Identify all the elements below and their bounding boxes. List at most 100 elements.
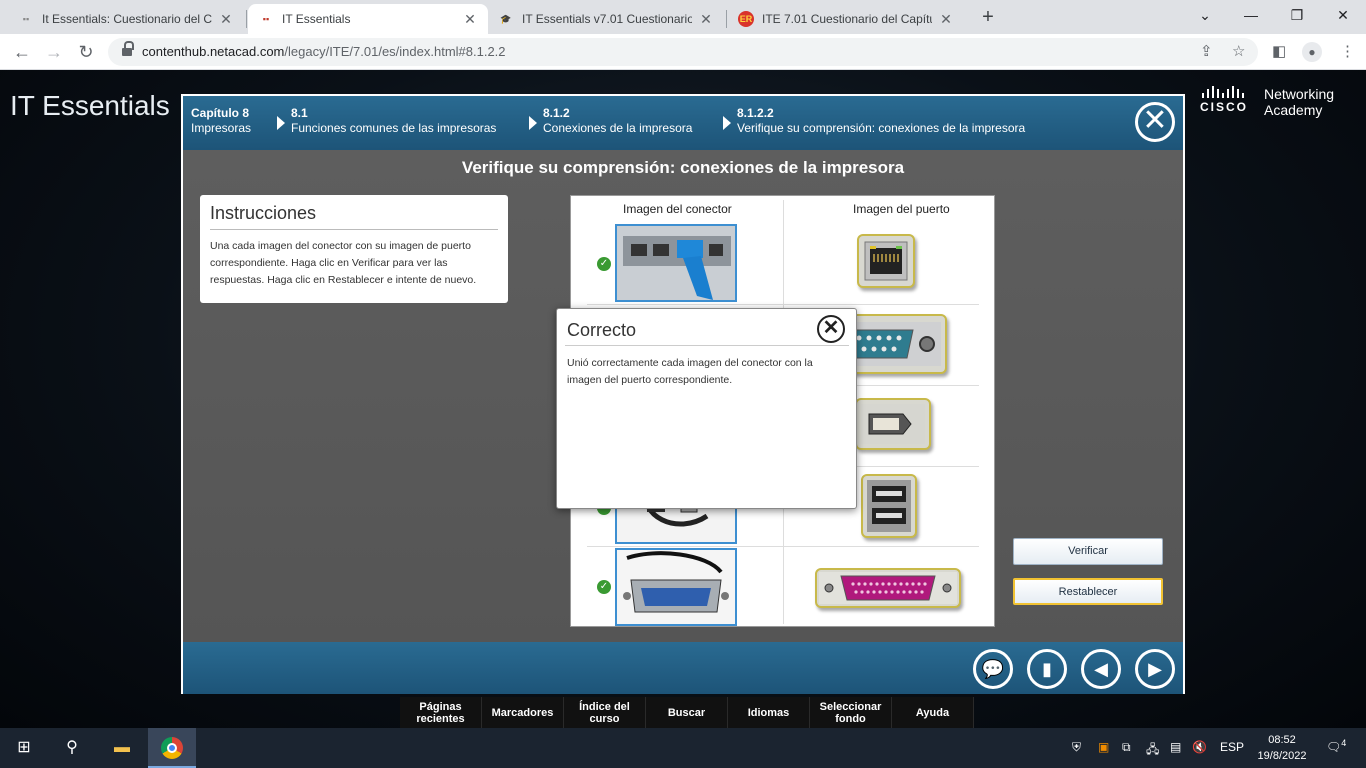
back-button[interactable]: ←: [10, 40, 34, 64]
firewire-port-image[interactable]: [855, 398, 931, 450]
bookmark-star-icon[interactable]: ☆: [1232, 42, 1245, 60]
nav-course-index[interactable]: Índice del curso: [564, 697, 646, 729]
device-tray-icon[interactable]: ⧉: [1122, 740, 1131, 755]
cisco-bars-icon: [1202, 86, 1248, 98]
windows-taskbar: ⊞ ⚲ ▬ ⛨ ▣ ⧉ 🖧 ▤ 🔇 ESP 08:52 19/8/2022 🗨4: [0, 728, 1366, 768]
bookmark-icon[interactable]: ▮: [1027, 649, 1067, 689]
browser-tab-4[interactable]: ER ITE 7.01 Cuestionario del Capítulo ✕: [728, 4, 964, 34]
notification-count: 4: [1341, 738, 1347, 748]
new-tab-button[interactable]: +: [976, 4, 1000, 30]
file-explorer-icon[interactable]: ▬: [110, 736, 134, 760]
previous-page-button[interactable]: ◀: [1081, 649, 1121, 689]
clock[interactable]: 08:52 19/8/2022: [1250, 732, 1314, 764]
verify-button[interactable]: Verificar: [1013, 538, 1163, 565]
chevron-right-icon: [277, 116, 285, 130]
nav-bookmarks[interactable]: Marcadores: [482, 697, 564, 729]
breadcrumb-item-8-1-2[interactable]: 8.1.2 Conexiones de la impresora: [543, 106, 692, 136]
row-divider: [587, 304, 979, 305]
tab-title: ITE 7.01 Cuestionario del Capítulo: [762, 12, 932, 26]
networking-academy-label: Networking Academy: [1264, 86, 1335, 118]
usb-port-image[interactable]: [861, 474, 917, 538]
nav-recent-pages[interactable]: Páginas recientes: [400, 697, 482, 729]
row-divider: [587, 546, 979, 547]
port-column-header: Imagen del puerto: [853, 202, 950, 216]
browser-tabbar: ▪▪ It Essentials: Cuestionario del Cap ✕…: [0, 0, 1366, 34]
nav-languages[interactable]: Idiomas: [728, 697, 810, 729]
security-tray-icon[interactable]: ⛨: [1072, 740, 1081, 755]
close-tab-icon[interactable]: ✕: [698, 11, 714, 28]
activity-frame: Capítulo 8 Impresoras 8.1 Funciones comune…: [181, 94, 1185, 694]
cisco-favicon-icon: ▪▪: [262, 14, 270, 24]
profile-avatar[interactable]: ●: [1302, 42, 1322, 62]
windows-start-icon[interactable]: ⊞: [12, 736, 36, 760]
address-bar[interactable]: contenthub.netacad.com/legacy/ITE/7.01/e…: [108, 38, 1258, 66]
menu-dots-icon[interactable]: ⋮: [1340, 42, 1355, 60]
volume-muted-icon[interactable]: 🔇: [1192, 740, 1207, 754]
close-tab-icon[interactable]: ✕: [938, 11, 954, 28]
course-page: IT Essentials CISCO Networking Academy C…: [0, 70, 1366, 729]
close-tab-icon[interactable]: ✕: [462, 11, 478, 28]
close-window-button[interactable]: ✕: [1320, 0, 1366, 32]
close-popup-icon[interactable]: ✕: [817, 315, 845, 343]
cisco-logo: CISCO Networking Academy: [1200, 86, 1334, 118]
close-activity-button[interactable]: ✕: [1135, 102, 1175, 142]
instructions-panel: Instrucciones Una cada imagen del conect…: [200, 195, 508, 303]
tab-title: It Essentials: Cuestionario del Cap: [42, 12, 212, 26]
search-icon[interactable]: ⚲: [60, 736, 84, 760]
browser-tab-1[interactable]: ▪▪ It Essentials: Cuestionario del Cap ✕: [8, 4, 244, 34]
ime-tray-icon[interactable]: ▤: [1170, 740, 1181, 754]
activity-content: Verifique su comprensión: conexiones de …: [183, 150, 1183, 642]
parallel-connector-image[interactable]: [615, 548, 737, 626]
parallel-port-image[interactable]: [815, 568, 961, 608]
chrome-icon: [161, 737, 183, 759]
minimize-button[interactable]: —: [1228, 0, 1274, 32]
breadcrumb-item-8-1[interactable]: 8.1 Funciones comunes de las impresoras: [291, 106, 496, 136]
notifications-icon[interactable]: 🗨4: [1326, 738, 1346, 754]
chrome-taskbar-item[interactable]: [148, 728, 196, 768]
network-tray-icon[interactable]: 🖧: [1146, 740, 1159, 761]
clock-date: 19/8/2022: [1257, 750, 1307, 762]
page-title: IT Essentials: [10, 90, 170, 121]
instructions-text: Una cada imagen del conector con su imag…: [210, 240, 477, 286]
reload-button[interactable]: ↻: [74, 40, 98, 64]
db25-cable-icon: [617, 550, 735, 624]
language-indicator[interactable]: ESP: [1220, 740, 1244, 754]
restore-button[interactable]: ❐: [1274, 0, 1320, 32]
lock-icon: [122, 41, 134, 57]
next-page-button[interactable]: ▶: [1135, 649, 1175, 689]
cisco-favicon-icon: ▪▪: [22, 14, 30, 24]
browser-toolbar: ← → ↻ contenthub.netacad.com/legacy/ITE/…: [0, 34, 1366, 70]
cisco-wordmark: CISCO: [1200, 100, 1249, 114]
rj45-port-image[interactable]: [857, 234, 915, 288]
forward-button[interactable]: →: [42, 40, 66, 64]
usb-port-icon: [867, 480, 911, 532]
reset-button[interactable]: Restablecer: [1013, 578, 1163, 605]
popup-divider: [565, 345, 849, 346]
correct-check-icon: ✓: [597, 580, 611, 594]
tab-separator: [726, 10, 727, 28]
correct-check-icon: ✓: [597, 257, 611, 271]
instructions-title: Instrucciones: [210, 203, 498, 230]
tab-search-icon[interactable]: ⌄: [1182, 0, 1228, 32]
url-text: contenthub.netacad.com/legacy/ITE/7.01/e…: [142, 44, 506, 59]
breadcrumb: Capítulo 8 Impresoras 8.1 Funciones comune…: [183, 96, 1183, 150]
close-tab-icon[interactable]: ✕: [218, 11, 234, 28]
activity-title: Verifique su comprensión: conexiones de …: [461, 158, 905, 177]
browser-tab-3[interactable]: 🎓 IT Essentials v7.01 Cuestionario C ✕: [488, 4, 724, 34]
breadcrumb-item-8-1-2-2[interactable]: 8.1.2.2 Verifique su comprensión: conexio…: [737, 106, 1025, 136]
ethernet-connector-image[interactable]: [615, 224, 737, 302]
share-icon[interactable]: ⇪: [1200, 42, 1213, 60]
nav-help[interactable]: Ayuda: [892, 697, 974, 729]
browser-tab-2[interactable]: ▪▪ IT Essentials ✕: [248, 4, 488, 34]
tab-title: IT Essentials: [282, 12, 351, 26]
nav-search[interactable]: Buscar: [646, 697, 728, 729]
app-tray-icon[interactable]: ▣: [1098, 740, 1109, 754]
side-panel-icon[interactable]: ◧: [1272, 42, 1286, 60]
rj45-port-icon: [864, 241, 908, 281]
ethernet-cable-icon: [617, 226, 735, 300]
comment-icon[interactable]: 💬: [973, 649, 1013, 689]
course-bottom-nav: Páginas recientes Marcadores Índice del …: [400, 697, 974, 729]
breadcrumb-chapter[interactable]: Capítulo 8 Impresoras: [191, 106, 251, 136]
nav-select-background[interactable]: Seleccionar fondo: [810, 697, 892, 729]
popup-message: Unió correctamente cada imagen del conec…: [567, 357, 813, 386]
